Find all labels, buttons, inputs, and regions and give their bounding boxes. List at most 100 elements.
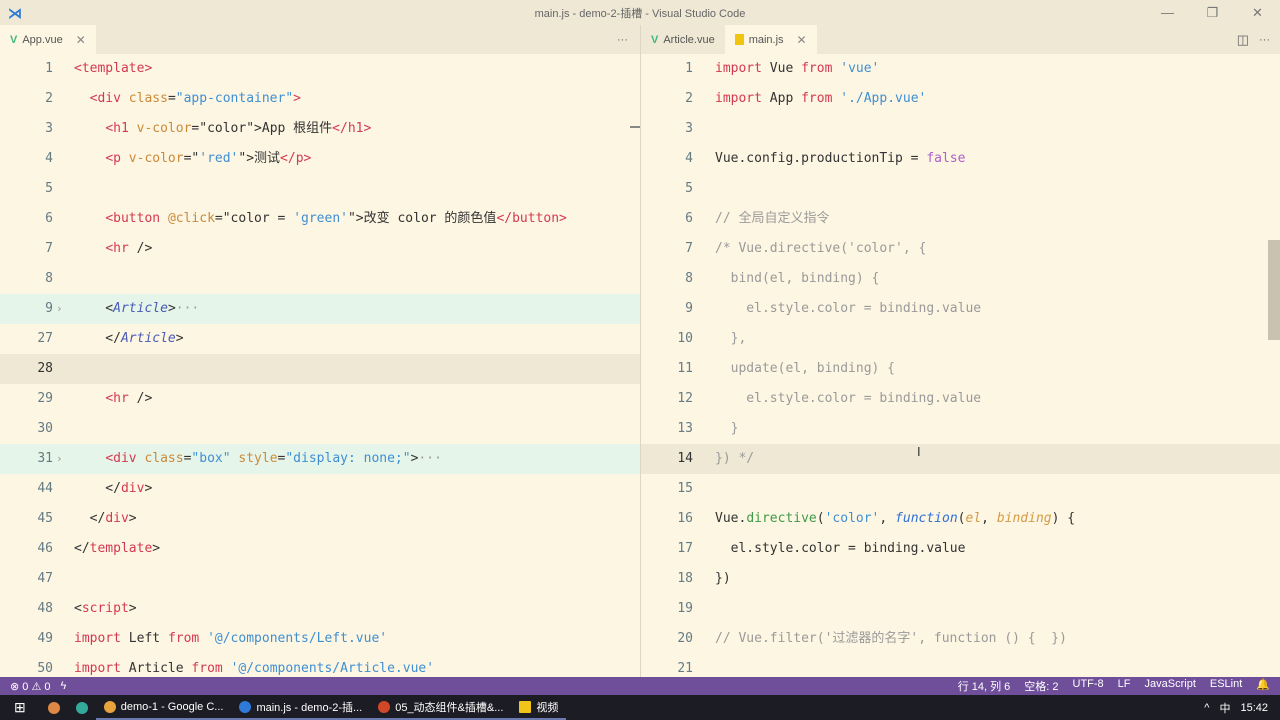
code-token: } (715, 421, 739, 436)
code-token: '@/components/Left.vue' (207, 631, 388, 646)
close-tab-icon[interactable]: ✕ (797, 33, 807, 47)
code-line[interactable]: 7 /* Vue.directive('color', { (641, 234, 1280, 264)
notifications-icon[interactable]: 🔔 (1256, 678, 1270, 694)
code-line[interactable]: 7 <hr /> (0, 234, 640, 264)
line-number: 49 (37, 631, 53, 646)
overview-ruler-marker (630, 126, 640, 128)
tray-chevron-icon[interactable]: ^ (1204, 702, 1209, 714)
code-line[interactable]: 17 el.style.color = binding.value (641, 534, 1280, 564)
fold-chevron-icon[interactable]: › (56, 444, 63, 474)
code-line[interactable]: 6 <button @click="color = 'green'">改变 co… (0, 204, 640, 234)
code-text: </div> (74, 474, 152, 504)
right-editor[interactable]: 1 import Vue from 'vue' 2 import App from '… (641, 54, 1280, 677)
edge-icon[interactable] (75, 701, 88, 714)
taskbar-item-powerpoint[interactable]: 05_动态组件&插槽&... (370, 695, 512, 720)
code-line[interactable]: 50 import Article from '@/components/Arti… (0, 654, 640, 677)
minimize-button[interactable]: — (1145, 0, 1190, 25)
code-line[interactable]: 4 Vue.config.productionTip = false (641, 144, 1280, 174)
errors-count[interactable]: ⊗ 0 (10, 680, 28, 693)
maximize-button[interactable]: ❐ (1190, 0, 1235, 25)
code-line[interactable]: 14}) */ (641, 444, 1280, 474)
code-line[interactable]: 44 </div> (0, 474, 640, 504)
code-line[interactable]: 29 <hr /> (0, 384, 640, 414)
code-token: div (120, 481, 145, 496)
language-mode[interactable]: JavaScript (1145, 678, 1196, 694)
code-line[interactable]: 9 › <Article>··· (0, 294, 640, 324)
code-line[interactable]: 12 el.style.color = binding.value (641, 384, 1280, 414)
code-line[interactable]: 1 import Vue from 'vue' (641, 54, 1280, 84)
more-actions-icon[interactable]: ··· (1259, 34, 1270, 46)
code-text: import App from './App.vue' (715, 84, 926, 114)
app-icon[interactable] (47, 701, 60, 714)
code-line[interactable]: 5 (641, 174, 1280, 204)
taskbar-item-chrome[interactable]: demo-1 - Google C... (95, 695, 232, 720)
code-line[interactable]: 21 (641, 654, 1280, 677)
code-line[interactable]: 9 el.style.color = binding.value (641, 294, 1280, 324)
code-line[interactable]: 8 (0, 264, 640, 294)
code-line[interactable]: 27 </Article> (0, 324, 640, 354)
code-line[interactable]: 48 <script> (0, 594, 640, 624)
left-editor[interactable]: 1 <template> 2 <div class="app-container">… (0, 54, 640, 677)
code-line[interactable]: 5 (0, 174, 640, 204)
code-text: bind(el, binding) { (715, 264, 880, 294)
code-line[interactable]: 6 // 全局自定义指令 (641, 204, 1280, 234)
code-line[interactable]: 15 (641, 474, 1280, 504)
code-token: > (152, 541, 161, 556)
chrome-icon (103, 700, 116, 713)
taskbar-label: 视频 (536, 701, 559, 714)
code-token: Article (120, 331, 176, 346)
editor-divider[interactable] (640, 25, 641, 677)
code-line[interactable]: 3 <h1 v-color="color">App 根组件</h1> (0, 114, 640, 144)
code-text: </Article> (74, 324, 183, 354)
indentation[interactable]: 空格: 2 (1024, 678, 1058, 694)
code-line[interactable]: 16 Vue.directive('color', function(el, bi… (641, 504, 1280, 534)
code-line[interactable]: 20 // Vue.filter('过滤器的名字', function () { … (641, 624, 1280, 654)
fold-chevron-icon[interactable]: › (56, 294, 63, 324)
code-token: from (801, 91, 833, 106)
clock[interactable]: 15:42 (1240, 702, 1268, 714)
code-line[interactable]: 8 bind(el, binding) { (641, 264, 1280, 294)
code-line[interactable]: 28 (0, 354, 640, 384)
code-line[interactable]: 13 } (641, 414, 1280, 444)
warnings-count[interactable]: ⚠ 0 (31, 680, 50, 693)
line-number: 7 (685, 241, 693, 256)
code-line[interactable]: 49 import Left from '@/components/Left.vu… (0, 624, 640, 654)
tab-app-vue[interactable]: V App.vue ✕ (0, 25, 96, 54)
code-line[interactable]: 4 <p v-color="'red'">测试</p> (0, 144, 640, 174)
scrollbar-thumb[interactable] (1268, 240, 1280, 340)
tab-article-vue[interactable]: V Article.vue (641, 25, 725, 54)
taskbar-label: main.js - demo-2-插... (256, 701, 363, 714)
line-ending[interactable]: LF (1118, 678, 1131, 694)
code-line[interactable]: 30 (0, 414, 640, 444)
code-line[interactable]: 31 › <div class="box" style="display: non… (0, 444, 640, 474)
code-line[interactable]: 45 </div> (0, 504, 640, 534)
code-line[interactable]: 2 <div class="app-container"> (0, 84, 640, 114)
split-editor-icon[interactable]: ◫ (1237, 32, 1249, 48)
code-line[interactable]: 2 import App from './App.vue' (641, 84, 1280, 114)
taskbar-item-folder[interactable]: 视频 (511, 695, 567, 720)
code-token: <div (105, 451, 145, 466)
code-token: }) */ (715, 451, 755, 466)
tab-main-js[interactable]: main.js ✕ (724, 25, 817, 54)
taskbar-item-vscode[interactable]: main.js - demo-2-插... (231, 695, 371, 720)
close-tab-icon[interactable]: ✕ (76, 33, 86, 47)
code-line[interactable]: 46 </template> (0, 534, 640, 564)
eslint-status[interactable]: ESLint (1210, 678, 1242, 694)
code-line[interactable]: 11 update(el, binding) { (641, 354, 1280, 384)
line-number: 18 (677, 571, 693, 586)
bolt-icon[interactable]: ϟ (61, 680, 67, 692)
code-line[interactable]: 3 (641, 114, 1280, 144)
ime-indicator[interactable]: 中 (1219, 700, 1230, 716)
code-line[interactable]: 10 }, (641, 324, 1280, 354)
more-actions-icon[interactable]: ··· (617, 34, 628, 46)
code-line[interactable]: 19 (641, 594, 1280, 624)
close-window-button[interactable]: ✕ (1235, 0, 1280, 25)
code-line[interactable]: 47 (0, 564, 640, 594)
windows-start-icon[interactable]: ⊞ (0, 699, 40, 716)
encoding[interactable]: UTF-8 (1073, 678, 1104, 694)
code-line[interactable]: 18}) (641, 564, 1280, 594)
cursor-position[interactable]: 行 14, 列 6 (958, 678, 1011, 694)
code-line[interactable]: 1 <template> (0, 54, 640, 84)
